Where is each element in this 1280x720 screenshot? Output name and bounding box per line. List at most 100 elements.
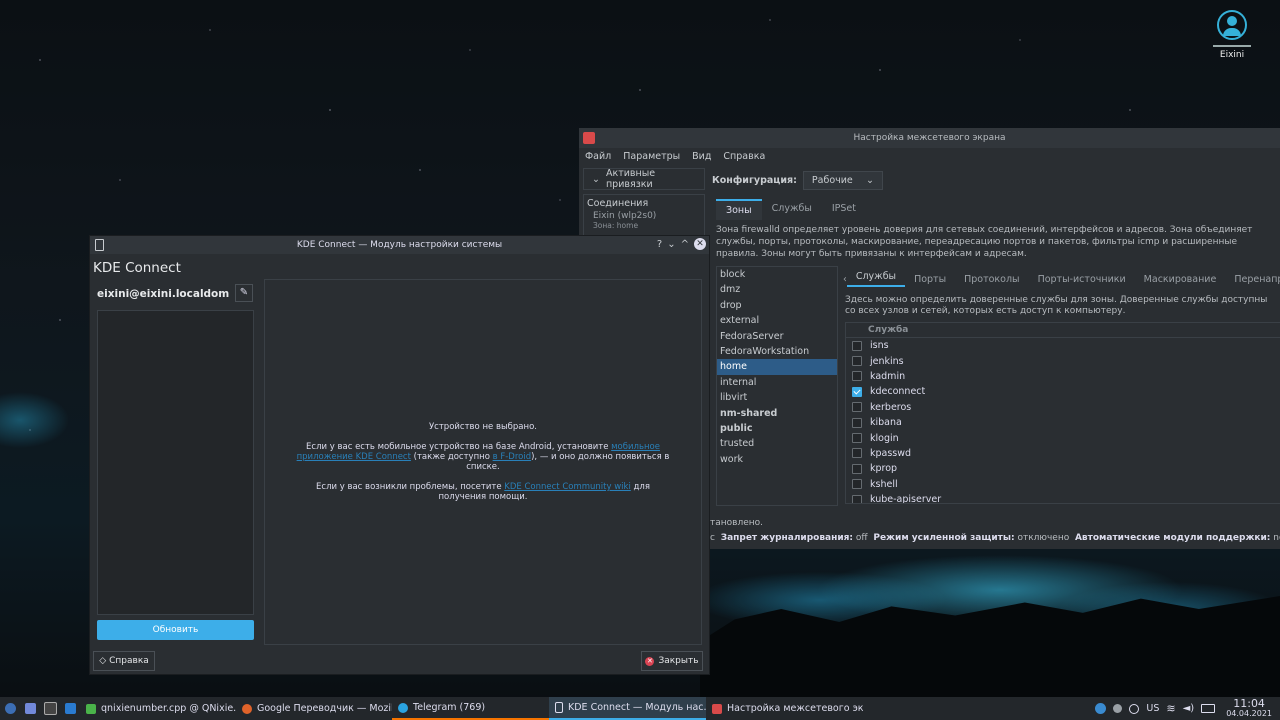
service-checkbox[interactable] [852, 448, 862, 459]
device-list[interactable] [97, 310, 254, 615]
menu-view[interactable]: Вид [692, 151, 711, 162]
kdeconnect-window: KDE Connect — Модуль настройки системы ?… [89, 235, 710, 675]
menu-help[interactable]: Справка [723, 151, 765, 162]
service-checkbox[interactable] [852, 340, 862, 351]
service-checkbox[interactable] [852, 402, 862, 413]
firewall-titlebar[interactable]: Настройка межсетевого экрана [579, 128, 1280, 148]
zone-item[interactable]: internal [717, 375, 837, 390]
service-checkbox[interactable] [852, 463, 862, 474]
task-google-translate[interactable]: Google Переводчик — Mozil... [236, 697, 392, 720]
minimize-icon[interactable]: ⌄ [667, 239, 675, 250]
zone-item[interactable]: external [717, 313, 837, 328]
subtab-ports[interactable]: Порты [905, 274, 955, 285]
service-checkbox[interactable] [852, 371, 862, 382]
service-checkbox[interactable] [852, 356, 862, 367]
service-row[interactable]: klogin [846, 430, 1280, 445]
vscode-icon[interactable] [60, 697, 80, 720]
kdeconnect-tray-icon[interactable] [1129, 703, 1140, 714]
service-checkbox[interactable] [852, 417, 862, 428]
services-list[interactable]: Служба isns jenkins kadmin kdeconnect ke… [845, 322, 1280, 504]
subtab-services[interactable]: Службы [846, 271, 906, 287]
service-row[interactable]: kibana [846, 415, 1280, 430]
app-launcher-icon[interactable] [0, 697, 20, 720]
service-row[interactable]: kpasswd [846, 446, 1280, 461]
chevron-down-icon: ⌄ [865, 175, 874, 186]
zone-item[interactable]: dmz [717, 282, 837, 297]
task-telegram[interactable]: Telegram (769) [392, 697, 549, 720]
fdroid-link[interactable]: в F-Droid [493, 452, 531, 462]
community-wiki-link[interactable]: KDE Connect Community wiki [504, 482, 631, 492]
volume-icon[interactable]: ◄) [1183, 703, 1195, 714]
service-checkbox[interactable] [852, 433, 862, 444]
clock-date: 04.04.2021 [1226, 708, 1272, 718]
menu-file[interactable]: Файл [585, 151, 611, 162]
help-button[interactable]: ◇ Справка [93, 651, 155, 671]
task-label: KDE Connect — Модуль нас... [568, 702, 706, 713]
wallpaper-hills [700, 596, 1280, 700]
maximize-icon[interactable]: ^ [681, 239, 689, 250]
subtab-protocols[interactable]: Протоколы [955, 274, 1028, 285]
service-row[interactable]: kadmin [846, 369, 1280, 384]
zone-item[interactable]: FedoraServer [717, 329, 837, 344]
zone-item[interactable]: FedoraWorkstation [717, 344, 837, 359]
zone-item[interactable]: block [717, 267, 837, 282]
zone-item-active[interactable]: public [717, 421, 837, 436]
subtab-masquerading[interactable]: Маскирование [1135, 274, 1226, 285]
zone-item[interactable]: trusted [717, 436, 837, 451]
configuration-select[interactable]: Рабочие ⌄ [802, 171, 883, 190]
zone-item[interactable]: drop [717, 298, 837, 313]
service-row[interactable]: kube-apiserver [846, 492, 1280, 503]
service-row[interactable]: kprop [846, 461, 1280, 476]
task-label: qnixienumber.cpp @ QNixie... [101, 703, 236, 714]
battery-icon[interactable] [1201, 704, 1216, 713]
connection-item[interactable]: Eixin (wlp2s0) [587, 211, 701, 221]
service-checkbox-checked[interactable] [852, 386, 862, 397]
service-row[interactable]: jenkins [846, 353, 1280, 368]
help-icon[interactable]: ? [657, 239, 662, 250]
zone-item[interactable]: libvirt [717, 390, 837, 405]
subtab-forwarding[interactable]: Перенаправление [1225, 274, 1280, 285]
task-firewall[interactable]: Настройка межсетевого эк... [706, 697, 863, 720]
service-row[interactable]: kdeconnect [846, 384, 1280, 399]
connections-panel: Соединения Eixin (wlp2s0) Зона: home [583, 194, 705, 238]
zone-item[interactable]: work [717, 452, 837, 467]
keyboard-layout[interactable]: US [1146, 703, 1159, 714]
service-row[interactable]: kshell [846, 477, 1280, 492]
service-name: kshell [870, 478, 898, 490]
edit-name-button[interactable]: ✎ [235, 284, 253, 302]
status-bar: с Запрет журналирования: off Режим усиле… [710, 533, 1280, 543]
clock[interactable]: 11:04 04.04.2021 [1226, 698, 1272, 719]
updates-icon[interactable] [1095, 703, 1107, 714]
menu-settings[interactable]: Параметры [623, 151, 680, 162]
zone-list[interactable]: block dmz drop external FedoraServer Fed… [716, 266, 838, 506]
close-button[interactable]: ✕ Закрыть [641, 651, 703, 671]
service-row[interactable]: kerberos [846, 400, 1280, 415]
service-name: kibana [870, 417, 902, 429]
desktop-user-icon[interactable]: Eixini [1210, 8, 1254, 60]
refresh-button[interactable]: Обновить [97, 620, 254, 640]
service-checkbox[interactable] [852, 494, 862, 503]
subtab-source-ports[interactable]: Порты-источники [1029, 274, 1135, 285]
active-bindings-toggle[interactable]: ⌄ Активные привязки [583, 168, 705, 190]
discord-icon[interactable] [20, 697, 40, 720]
service-checkbox[interactable] [852, 479, 862, 490]
jetbrains-icon[interactable] [40, 697, 60, 720]
tab-zones[interactable]: Зоны [716, 199, 762, 220]
page-title: KDE Connect [93, 260, 181, 276]
tab-services[interactable]: Службы [762, 199, 822, 220]
task-qnixie[interactable]: qnixienumber.cpp @ QNixie... [80, 697, 236, 720]
task-kdeconnect[interactable]: KDE Connect — Модуль нас... [549, 697, 706, 720]
services-header[interactable]: Служба [846, 323, 1280, 338]
zone-item-active[interactable]: nm-shared [717, 406, 837, 421]
close-circle-icon: ✕ [645, 656, 655, 666]
kdeconnect-titlebar[interactable]: KDE Connect — Модуль настройки системы ?… [90, 236, 709, 254]
service-row[interactable]: isns [846, 338, 1280, 353]
issues-text: Если у вас возникли проблемы, посетите [316, 482, 505, 492]
zone-item-selected[interactable]: home [717, 359, 837, 375]
window-buttons: ? ⌄ ^ ✕ [657, 238, 706, 250]
notifications-icon[interactable] [1113, 704, 1123, 713]
tab-ipset[interactable]: IPSet [822, 199, 866, 220]
close-icon[interactable]: ✕ [694, 238, 706, 250]
kdeconnect-title: KDE Connect — Модуль настройки системы [296, 240, 503, 250]
wifi-icon[interactable]: ≋ [1166, 702, 1175, 715]
